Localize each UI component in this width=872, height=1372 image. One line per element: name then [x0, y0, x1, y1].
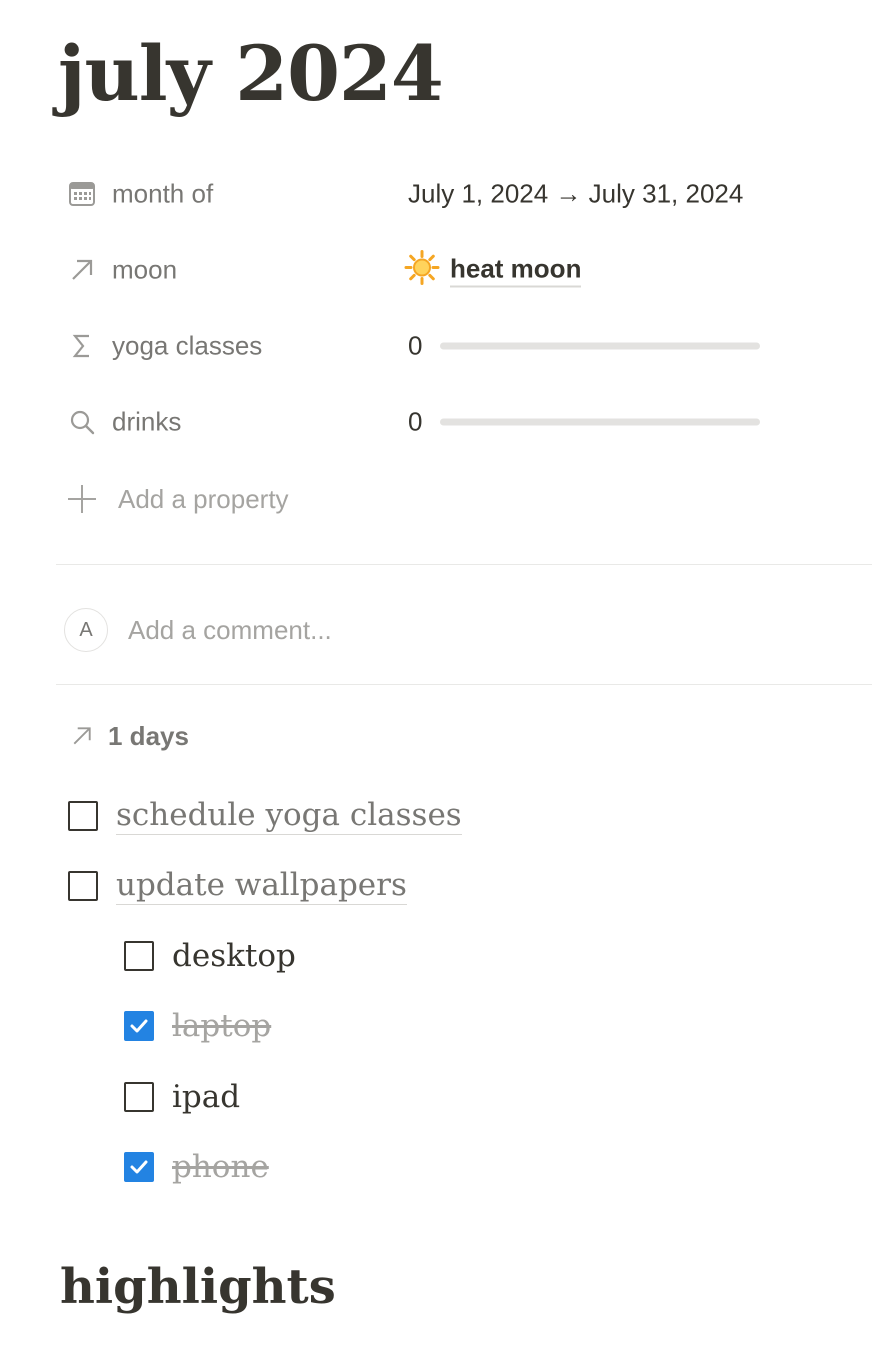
moon-relation-link[interactable]: heat moon: [450, 253, 582, 287]
todo-item: update wallpapers: [68, 860, 407, 912]
todo-checkbox[interactable]: [124, 941, 154, 971]
divider: [56, 684, 872, 685]
checkmark-icon: [130, 1160, 148, 1174]
todo-item: ipad: [124, 1071, 240, 1123]
todo-text[interactable]: schedule yoga classes: [116, 797, 462, 835]
date-range-text: July 1, 2024 → July 31, 2024: [408, 178, 744, 209]
page-title[interactable]: july 2024: [58, 28, 444, 120]
date-range-value[interactable]: July 1, 2024 → July 31, 2024: [408, 179, 743, 210]
moon-relation-value[interactable]: heat moon: [404, 250, 582, 291]
todo-text[interactable]: update wallpapers: [116, 867, 407, 905]
add-property-button[interactable]: Add a property: [68, 476, 289, 522]
todo-item: phone: [124, 1141, 269, 1193]
todo-item: desktop: [124, 930, 296, 982]
property-name-drinks: drinks: [112, 406, 182, 437]
property-row-yoga-classes[interactable]: yoga classes 0: [58, 321, 858, 371]
todo-text[interactable]: ipad: [172, 1079, 240, 1115]
todo-checkbox[interactable]: [124, 1011, 154, 1041]
todo-text[interactable]: laptop: [172, 1008, 271, 1044]
todo-checkbox[interactable]: [124, 1082, 154, 1112]
drinks-value: 0: [408, 407, 760, 438]
comment-box[interactable]: A: [64, 606, 628, 654]
calendar-icon: [68, 180, 96, 208]
sun-icon: [404, 250, 440, 291]
property-row-moon[interactable]: moon heat moon: [58, 245, 858, 295]
checkmark-icon: [130, 1019, 148, 1033]
yoga-classes-value: 0: [408, 331, 760, 362]
todo-checkbox[interactable]: [68, 801, 98, 831]
property-row-drinks[interactable]: drinks 0: [58, 397, 858, 447]
drinks-count: 0: [408, 406, 423, 437]
yoga-classes-count: 0: [408, 330, 423, 361]
avatar: A: [64, 608, 108, 652]
property-name-moon: moon: [112, 254, 178, 285]
arrow-up-right-icon: [68, 256, 96, 284]
sigma-icon: [68, 332, 96, 360]
backlinks-label: 1 days: [108, 720, 189, 751]
todo-item: laptop: [124, 1000, 271, 1052]
property-name-yoga-classes: yoga classes: [112, 330, 263, 361]
plus-icon: [68, 485, 96, 513]
section-heading-highlights[interactable]: highlights: [60, 1252, 336, 1322]
yoga-classes-progress-bar: [440, 342, 760, 350]
property-row-month-of[interactable]: month of July 1, 2024 → July 31, 2024: [58, 169, 858, 219]
arrow-up-right-icon: [68, 722, 96, 750]
drinks-progress-bar: [440, 418, 760, 426]
comment-input[interactable]: [128, 614, 628, 646]
todo-item: schedule yoga classes: [68, 790, 462, 842]
add-property-label: Add a property: [118, 483, 289, 514]
backlinks-toggle[interactable]: 1 days: [68, 716, 189, 756]
divider: [56, 564, 872, 565]
todo-checkbox[interactable]: [68, 871, 98, 901]
todo-checkbox[interactable]: [124, 1152, 154, 1182]
property-name-month-of: month of: [112, 178, 214, 209]
search-icon: [68, 408, 96, 436]
todo-text[interactable]: desktop: [172, 938, 296, 974]
todo-text[interactable]: phone: [172, 1149, 269, 1185]
